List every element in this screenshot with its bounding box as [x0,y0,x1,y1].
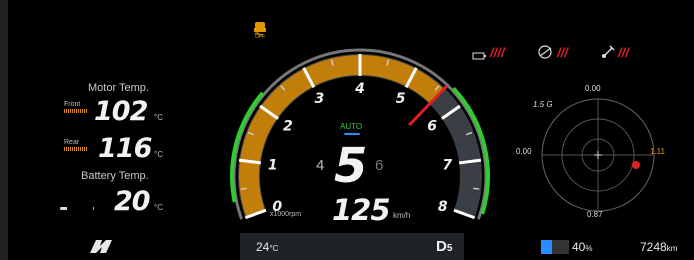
g-top-value: 0.00 [585,84,601,93]
tach-label-2: 2 [283,119,293,135]
battery-temp-value: 20 [114,186,151,217]
g-bottom-value: 0.87 [587,210,603,219]
g-right-value: 1.11 [650,147,665,156]
instrument-cluster: OFF //// /// /// Motor Temp. Front 102 °… [8,0,694,260]
battery-percent: 40% [572,240,592,254]
next-gear: 6 [375,157,384,174]
brake-warning-stripes: /// [618,45,629,60]
battery-level-icon [541,240,569,254]
front-motor-temp: 102 [94,96,148,127]
drive-mode-sub: 5 [446,243,453,254]
front-mini-bar [64,109,88,113]
rear-temp-unit: °C [154,150,163,159]
front-gauge-icon: Front [64,101,88,113]
odometer-value: 7248 [640,240,667,254]
motor-temp-label: Motor Temp. [88,82,149,94]
steering-warning-stripes: /// [557,45,568,60]
odometer-unit: km [666,244,678,253]
battery-temp-label: Battery Temp. [81,170,149,182]
drive-mode-letter: D [436,238,447,255]
prev-gear: 4 [316,157,325,174]
speed-unit: km/h [393,211,411,220]
auto-mode-indicator [344,133,360,135]
front-temp-unit: °C [154,113,163,122]
esc-off-icon: OFF [252,20,268,44]
temperature-unit: °C [269,244,279,253]
auto-mode-label: AUTO [340,122,363,131]
battery-percent-unit: % [585,244,593,253]
battery-temp-unit: °C [154,203,163,212]
tach-label-6: 6 [427,119,437,135]
tach-label-1: 1 [268,158,278,174]
bottom-status-bar: 24°C D5 [240,233,464,260]
temperature-value: 24 [256,240,270,254]
drive-mode: D5 [436,238,452,255]
speed-value: 125 [332,193,391,227]
tach-label-5: 5 [396,91,406,107]
battery-temp-bar [60,207,94,210]
g-meter [541,98,655,212]
brake-warning-icon [600,44,616,65]
g-dot [632,161,640,169]
front-label: Front [64,101,81,108]
rear-gauge-icon: Rear [64,139,88,151]
tach-label-3: 3 [314,91,324,107]
window-edge [0,0,8,260]
steering-warning-icon [537,44,555,65]
n-logo [88,238,114,259]
battery-percent-value: 40 [572,240,586,254]
tach-minor-tick [240,187,247,190]
rear-label: Rear [64,139,80,146]
tach-label-4: 4 [354,81,365,97]
current-gear: 5 [334,138,367,194]
rpm-unit-label: x1000rpm [270,211,302,218]
outside-temperature: 24°C [256,240,278,254]
g-left-value: 0.00 [516,147,532,156]
tach-label-8: 8 [438,199,448,215]
odometer: 7248km [640,240,677,254]
esc-off-text: OFF [255,34,265,40]
rear-motor-temp: 116 [98,133,152,164]
tach-label-7: 7 [442,158,452,174]
tach-minor-tick [473,187,480,190]
g-max-label: 1.5 G [533,100,553,109]
rear-mini-bar [64,147,88,151]
